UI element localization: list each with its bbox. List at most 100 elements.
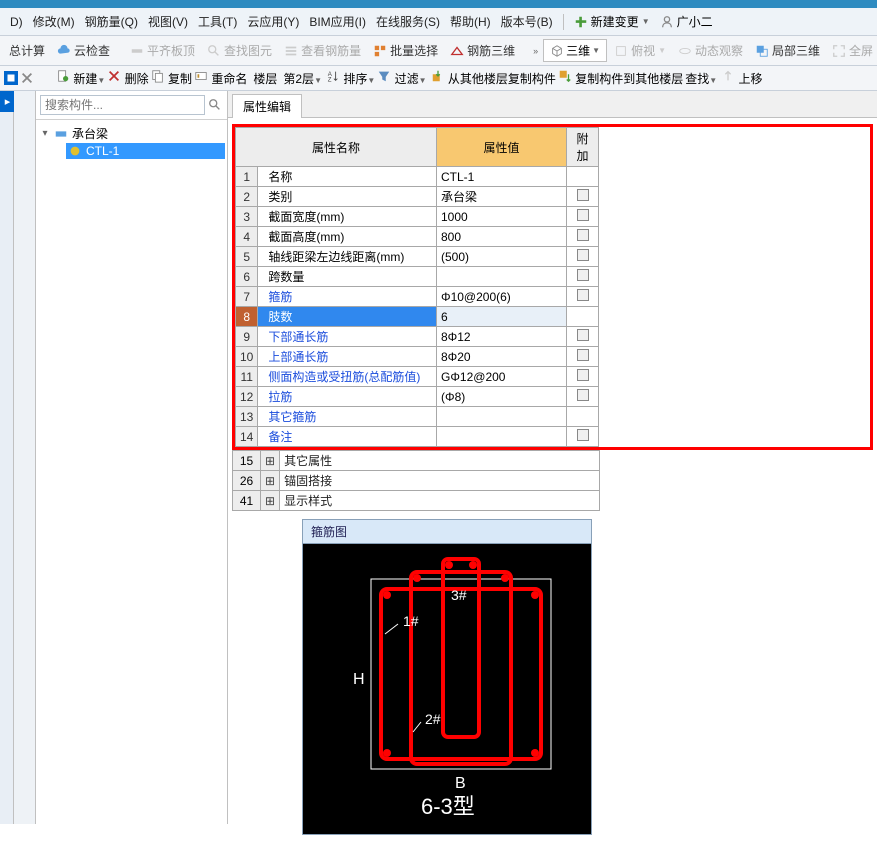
menu-d[interactable]: D) [6, 13, 27, 31]
tab-icon[interactable] [4, 71, 18, 85]
property-check[interactable] [567, 327, 599, 347]
property-row[interactable]: 14备注 [236, 427, 599, 447]
search-icon [207, 44, 221, 58]
property-row[interactable]: 7箍筋Φ10@200(6) [236, 287, 599, 307]
search-input[interactable] [40, 95, 205, 115]
overflow-indicator[interactable]: » [530, 46, 541, 56]
property-check[interactable] [567, 347, 599, 367]
property-value[interactable]: 8Φ20 [437, 347, 567, 367]
new-button[interactable]: 新建▼ [56, 69, 105, 87]
property-check[interactable] [567, 167, 599, 187]
menu-view[interactable]: 视图(V) [144, 11, 192, 32]
property-check[interactable] [567, 307, 599, 327]
menu-modify[interactable]: 修改(M) [29, 11, 79, 32]
property-value[interactable]: 承台梁 [437, 187, 567, 207]
property-check[interactable] [567, 387, 599, 407]
property-value[interactable]: GΦ12@200 [437, 367, 567, 387]
property-value[interactable] [437, 427, 567, 447]
property-row[interactable]: 3截面宽度(mm)1000 [236, 207, 599, 227]
delete-button[interactable]: 删除 [107, 69, 148, 87]
menu-bim[interactable]: BIM应用(I) [305, 11, 370, 32]
group-row[interactable]: 26⊞锚固搭接 [233, 471, 600, 491]
property-check[interactable] [567, 427, 599, 447]
property-value[interactable]: (Φ8) [437, 387, 567, 407]
property-row[interactable]: 10上部通长筋8Φ20 [236, 347, 599, 367]
topview-button[interactable]: 俯视 ▼ [609, 40, 671, 61]
cloudcheck-button[interactable]: 云检查 [52, 40, 115, 61]
property-check[interactable] [567, 287, 599, 307]
menu-version[interactable]: 版本号(B) [497, 11, 557, 32]
property-row[interactable]: 6跨数量 [236, 267, 599, 287]
filter-button[interactable]: 过滤▼ [377, 69, 426, 87]
property-row[interactable]: 1名称CTL-1 [236, 167, 599, 187]
copyfrom-button[interactable]: 从其他楼层复制构件 [431, 69, 556, 87]
titlebar [0, 0, 877, 8]
sort-button[interactable]: AZ 排序▼ [326, 69, 375, 87]
menu-cloud[interactable]: 云应用(Y) [243, 11, 303, 32]
search-go-icon[interactable] [207, 96, 223, 114]
property-value[interactable]: 800 [437, 227, 567, 247]
group-row[interactable]: 41⊞显示样式 [233, 491, 600, 511]
flat-button[interactable]: 平齐板顶 [125, 40, 200, 61]
label-2: 2# [425, 711, 441, 727]
property-name: 下部通长筋 [258, 327, 437, 347]
property-value[interactable]: 6 [437, 307, 567, 327]
property-row[interactable]: 12拉筋(Φ8) [236, 387, 599, 407]
view-dropdown[interactable]: 三维 ▼ [543, 39, 607, 62]
user-button[interactable]: 广小二 [656, 11, 717, 32]
findview-button[interactable]: 查找图元 [202, 40, 277, 61]
menu-rebar[interactable]: 钢筋量(Q) [81, 11, 142, 32]
menu-tool[interactable]: 工具(T) [194, 11, 241, 32]
batchsel-button[interactable]: 批量选择 [368, 40, 443, 61]
local3d-button[interactable]: 局部三维 [750, 40, 825, 61]
floor-dropdown[interactable]: 第2层▼ [283, 70, 322, 87]
property-row[interactable]: 13其它箍筋 [236, 407, 599, 427]
tab-properties[interactable]: 属性编辑 [232, 94, 302, 118]
property-row[interactable]: 9下部通长筋8Φ12 [236, 327, 599, 347]
tree-root[interactable]: ▾ 承台梁 [38, 124, 225, 143]
find-button[interactable]: 查找▼ [685, 70, 717, 87]
copy-button[interactable]: 复制 [151, 69, 192, 87]
menu-online[interactable]: 在线服务(S) [372, 11, 444, 32]
property-value[interactable] [437, 407, 567, 427]
group-table: 15⊞其它属性26⊞锚固搭接41⊞显示样式 [232, 450, 600, 511]
rebar3d-button[interactable]: 钢筋三维 [445, 40, 520, 61]
viewrebar-button[interactable]: 查看钢筋量 [279, 40, 366, 61]
moveup-button[interactable]: 上移 [721, 69, 762, 87]
calc-button[interactable]: 总计算 [4, 40, 50, 61]
property-value[interactable]: Φ10@200(6) [437, 287, 567, 307]
property-check[interactable] [567, 267, 599, 287]
tree-child[interactable]: CTL-1 [66, 143, 225, 159]
property-check[interactable] [567, 407, 599, 427]
close-icon[interactable] [20, 71, 34, 85]
property-check[interactable] [567, 187, 599, 207]
expand-icon[interactable]: ⊞ [261, 451, 280, 471]
group-row[interactable]: 15⊞其它属性 [233, 451, 600, 471]
property-name: 名称 [258, 167, 437, 187]
property-name: 肢数 [258, 307, 437, 327]
vertical-tab[interactable]: ▸ [0, 91, 14, 112]
expander-icon[interactable]: ▾ [40, 128, 50, 139]
property-check[interactable] [567, 367, 599, 387]
property-row[interactable]: 11侧面构造或受扭筋(总配筋值)GΦ12@200 [236, 367, 599, 387]
expand-icon[interactable]: ⊞ [261, 491, 280, 511]
property-row[interactable]: 2类别承台梁 [236, 187, 599, 207]
property-value[interactable]: (500) [437, 247, 567, 267]
expand-icon[interactable]: ⊞ [261, 471, 280, 491]
copyto-button[interactable]: 复制构件到其他楼层 [558, 69, 683, 87]
menu-help[interactable]: 帮助(H) [446, 11, 495, 32]
rename-button[interactable]: 重命名 [194, 69, 247, 87]
fullscreen-button[interactable]: 全屏 [827, 40, 877, 61]
property-check[interactable] [567, 247, 599, 267]
property-value[interactable]: 8Φ12 [437, 327, 567, 347]
property-value[interactable]: CTL-1 [437, 167, 567, 187]
property-value[interactable] [437, 267, 567, 287]
property-check[interactable] [567, 227, 599, 247]
property-row[interactable]: 8肢数6 [236, 307, 599, 327]
property-row[interactable]: 5轴线距梁左边线距离(mm)(500) [236, 247, 599, 267]
property-check[interactable] [567, 207, 599, 227]
new-change-button[interactable]: 新建变更 ▼ [570, 11, 654, 32]
property-row[interactable]: 4截面高度(mm)800 [236, 227, 599, 247]
dynview-button[interactable]: 动态观察 [673, 40, 748, 61]
property-value[interactable]: 1000 [437, 207, 567, 227]
